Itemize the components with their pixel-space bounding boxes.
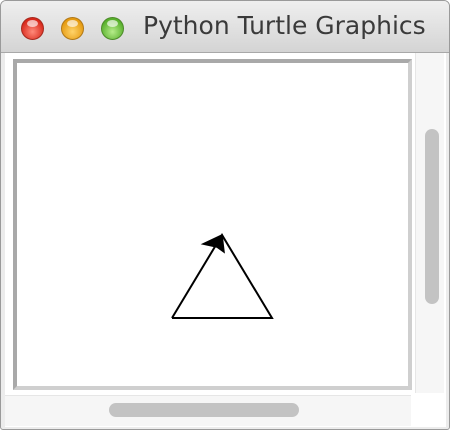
close-icon[interactable] bbox=[21, 17, 44, 40]
window-title: Python Turtle Graphics bbox=[143, 11, 426, 40]
turtle-canvas[interactable] bbox=[13, 59, 412, 390]
window-content bbox=[5, 53, 446, 427]
horizontal-scroll-thumb[interactable] bbox=[109, 403, 299, 417]
drawing-surface bbox=[171, 233, 274, 319]
maximize-icon[interactable] bbox=[101, 17, 124, 40]
horizontal-scrollbar[interactable] bbox=[5, 395, 411, 426]
vertical-scrollbar[interactable] bbox=[415, 53, 444, 393]
title-bar[interactable]: Python Turtle Graphics bbox=[1, 1, 449, 53]
vertical-scroll-thumb[interactable] bbox=[425, 129, 439, 304]
turtle-window: Python Turtle Graphics bbox=[0, 0, 450, 430]
minimize-icon[interactable] bbox=[61, 17, 84, 40]
